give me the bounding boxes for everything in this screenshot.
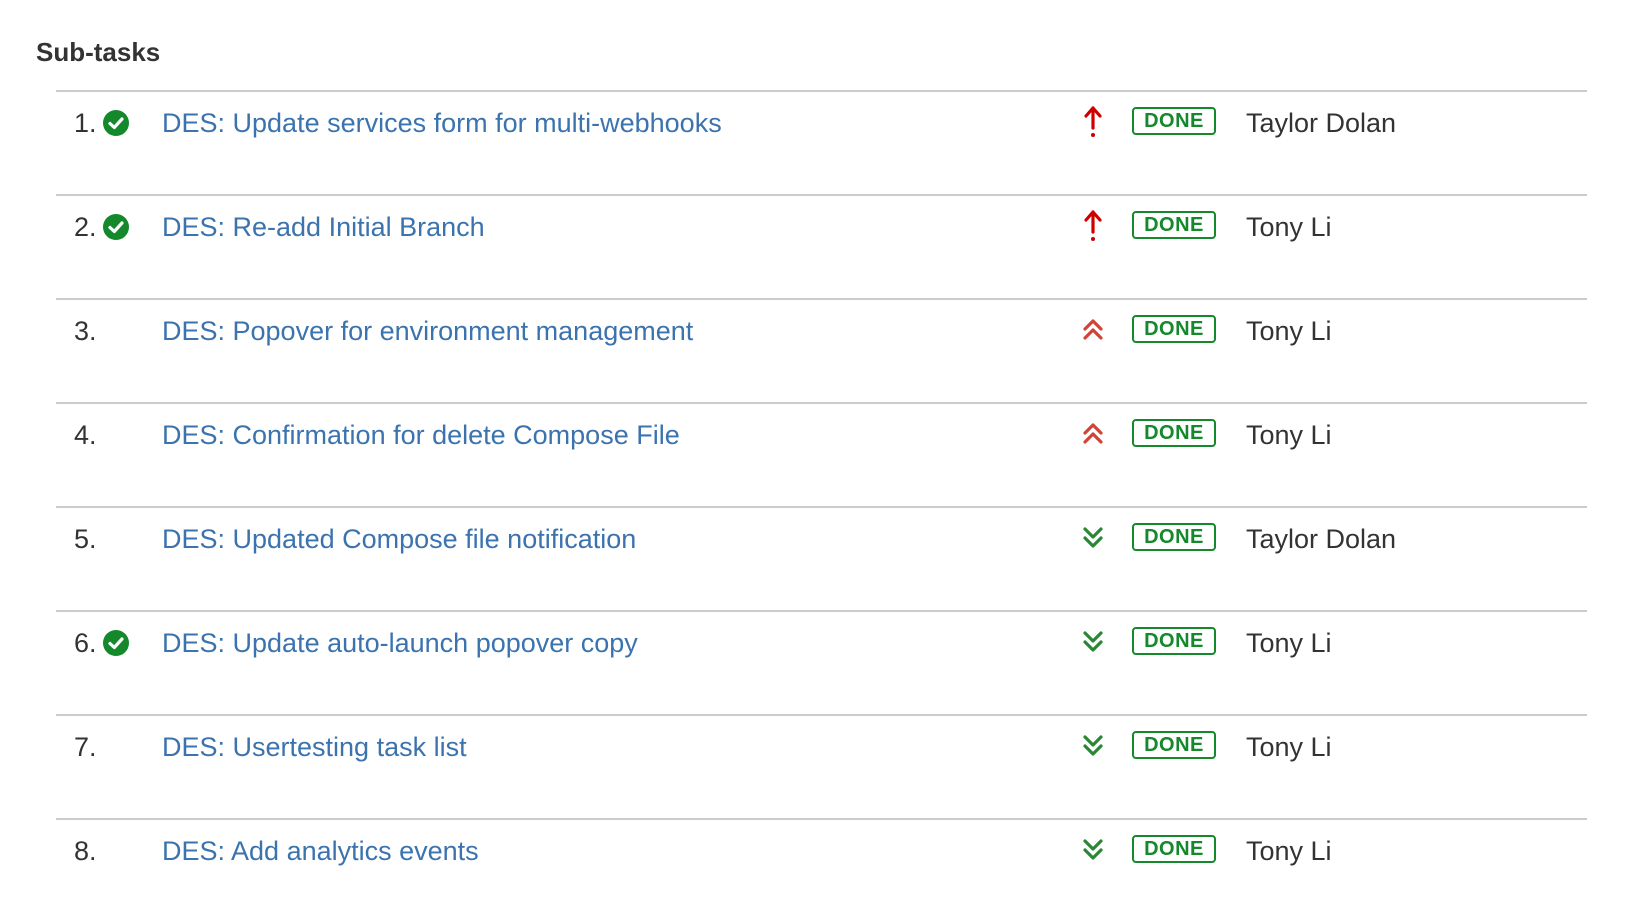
assignee-name[interactable]: Taylor Dolan bbox=[1246, 106, 1396, 140]
status-badge: DONE bbox=[1132, 627, 1216, 655]
row-number: 6. bbox=[74, 628, 97, 658]
subtask-row: 2. DES: Re-add Initial Branch DONE Tony … bbox=[56, 196, 1587, 300]
subtask-summary-link[interactable]: DES: Usertesting task list bbox=[162, 730, 467, 764]
priority-low-double-chevron-down-icon bbox=[1076, 728, 1110, 764]
row-number: 8. bbox=[74, 836, 97, 866]
subtask-row: 3. DES: Popover for environment manageme… bbox=[56, 300, 1587, 404]
subtask-summary-link[interactable]: DES: Add analytics events bbox=[162, 834, 479, 868]
assignee-name[interactable]: Tony Li bbox=[1246, 210, 1332, 244]
status-badge: DONE bbox=[1132, 211, 1216, 239]
priority-high-double-chevron-up-icon bbox=[1076, 312, 1110, 348]
status-badge: DONE bbox=[1132, 523, 1216, 551]
assignee-name[interactable]: Tony Li bbox=[1246, 418, 1332, 452]
row-number: 2. bbox=[74, 212, 97, 242]
assignee-name[interactable]: Taylor Dolan bbox=[1246, 522, 1396, 556]
status-badge: DONE bbox=[1132, 835, 1216, 863]
resolved-check-icon bbox=[103, 630, 129, 656]
priority-highest-arrow-icon bbox=[1076, 104, 1110, 140]
subtask-summary-link[interactable]: DES: Re-add Initial Branch bbox=[162, 210, 485, 244]
priority-low-double-chevron-down-icon bbox=[1076, 624, 1110, 660]
subtask-summary-link[interactable]: DES: Popover for environment management bbox=[162, 314, 693, 348]
resolved-check-icon bbox=[103, 214, 129, 240]
subtask-summary-link[interactable]: DES: Updated Compose file notification bbox=[162, 522, 636, 556]
row-number: 5. bbox=[74, 524, 97, 554]
subtask-row: 4. DES: Confirmation for delete Compose … bbox=[56, 404, 1587, 508]
status-badge: DONE bbox=[1132, 107, 1216, 135]
priority-highest-arrow-icon bbox=[1076, 208, 1110, 244]
subtask-summary-link[interactable]: DES: Update services form for multi-webh… bbox=[162, 106, 722, 140]
subtask-summary-link[interactable]: DES: Update auto-launch popover copy bbox=[162, 626, 638, 660]
status-badge: DONE bbox=[1132, 731, 1216, 759]
subtask-row: 7. DES: Usertesting task list DONE Tony … bbox=[56, 716, 1587, 820]
subtask-row: 8. DES: Add analytics events DONE Tony L… bbox=[56, 820, 1587, 922]
subtask-row: 5. DES: Updated Compose file notificatio… bbox=[56, 508, 1587, 612]
priority-low-double-chevron-down-icon bbox=[1076, 832, 1110, 868]
assignee-name[interactable]: Tony Li bbox=[1246, 730, 1332, 764]
subtask-row: 6. DES: Update auto-launch popover copy … bbox=[56, 612, 1587, 716]
priority-low-double-chevron-down-icon bbox=[1076, 520, 1110, 556]
subtask-row: 1. DES: Update services form for multi-w… bbox=[56, 92, 1587, 196]
status-badge: DONE bbox=[1132, 419, 1216, 447]
assignee-name[interactable]: Tony Li bbox=[1246, 314, 1332, 348]
row-number: 3. bbox=[74, 316, 97, 346]
row-number: 4. bbox=[74, 420, 97, 450]
subtask-summary-link[interactable]: DES: Confirmation for delete Compose Fil… bbox=[162, 418, 680, 452]
section-title: Sub-tasks bbox=[36, 37, 161, 67]
assignee-name[interactable]: Tony Li bbox=[1246, 834, 1332, 868]
row-number: 1. bbox=[74, 108, 97, 138]
resolved-check-icon bbox=[103, 110, 129, 136]
assignee-name[interactable]: Tony Li bbox=[1246, 626, 1332, 660]
row-number: 7. bbox=[74, 732, 97, 762]
priority-high-double-chevron-up-icon bbox=[1076, 416, 1110, 452]
status-badge: DONE bbox=[1132, 315, 1216, 343]
subtask-list: 1. DES: Update services form for multi-w… bbox=[56, 90, 1587, 922]
